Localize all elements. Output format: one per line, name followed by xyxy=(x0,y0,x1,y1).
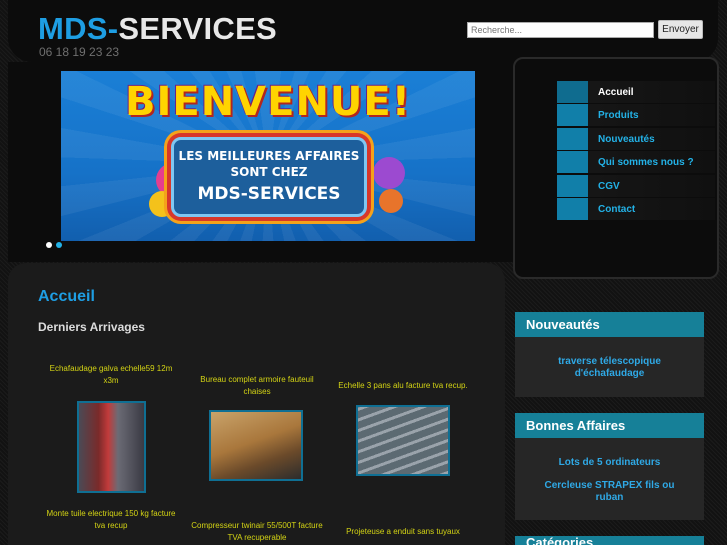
section-title: Derniers Arrivages xyxy=(38,320,145,334)
nav-square-icon xyxy=(557,128,588,150)
slide-dot-2[interactable] xyxy=(56,242,62,248)
search-input[interactable] xyxy=(467,22,654,38)
link-lots-ordinateurs[interactable]: Lots de 5 ordinateurs xyxy=(515,457,704,469)
banner-welcome-text: BIENVENUE! xyxy=(125,79,411,125)
nav-item-produits[interactable]: Produits xyxy=(557,104,715,126)
page-title: Accueil xyxy=(38,288,95,305)
box-bonnes-affaires: Bonnes Affaires Lots de 5 ordinateurs Ce… xyxy=(515,413,704,520)
box-nouveautes: Nouveautés traverse télescopique d'échaf… xyxy=(515,312,704,397)
banner-plaque: LES MEILLEURES AFFAIRES SONT CHEZ MDS-SE… xyxy=(171,137,367,217)
logo-part-services: SERVICES xyxy=(118,11,278,46)
nav-square-icon xyxy=(557,81,588,103)
nav-square-icon xyxy=(557,104,588,126)
link-cercleuse-strapex[interactable]: Cercleuse STRAPEX fils ou ruban xyxy=(515,480,704,504)
box-third: Catégories xyxy=(515,536,704,545)
search-button[interactable]: Envoyer xyxy=(658,20,703,39)
product-caption[interactable]: Echafaudage galva echelle59 12m x3m xyxy=(44,363,178,387)
nav-label: Produits xyxy=(588,104,715,126)
nav-label: CGV xyxy=(588,175,715,197)
nav-square-icon xyxy=(557,151,588,173)
nav-label: Accueil xyxy=(588,81,715,103)
banner-balloon-right xyxy=(373,157,405,189)
product-caption[interactable]: Monte tuile electrique 150 kg facture tv… xyxy=(44,508,178,532)
welcome-banner[interactable]: BIENVENUE! LES MEILLEURES AFFAIRES SONT … xyxy=(61,71,475,241)
nav-item-contact[interactable]: Contact xyxy=(557,198,715,220)
nav-item-accueil[interactable]: Accueil xyxy=(557,81,715,103)
box-nouveautes-title: Nouveautés xyxy=(515,312,704,337)
slide-dot-1[interactable] xyxy=(46,242,52,248)
product-thumbnail-scaffolding[interactable] xyxy=(77,401,146,493)
product-thumbnail-office[interactable] xyxy=(209,410,303,481)
nav-item-cgv[interactable]: CGV xyxy=(557,175,715,197)
nav-square-icon xyxy=(557,175,588,197)
product-thumbnail-ladder[interactable] xyxy=(356,405,450,476)
nav-label: Qui sommes nous ? xyxy=(588,151,715,173)
product-caption[interactable]: Projeteuse a enduit sans tuyaux xyxy=(336,526,470,538)
product-caption[interactable]: Bureau complet armoire fauteuil chaises xyxy=(190,374,324,398)
nav-item-nouveautes[interactable]: Nouveautés xyxy=(557,128,715,150)
logo-part-mds: MDS- xyxy=(38,11,119,46)
link-traverse-telescopique[interactable]: traverse télescopique d'échafaudage xyxy=(515,356,704,380)
box-third-title: Catégories xyxy=(515,536,704,545)
product-caption[interactable]: Echelle 3 pans alu facture tva recup. xyxy=(336,380,470,392)
banner-line-2: SONT CHEZ xyxy=(230,165,308,179)
product-caption[interactable]: Compresseur twinair 55/500T facture TVA … xyxy=(190,520,324,544)
banner-line-3: MDS-SERVICES xyxy=(197,184,341,204)
phone-number: 06 18 19 23 23 xyxy=(39,45,120,59)
nav-label: Contact xyxy=(588,198,715,220)
site-logo[interactable]: MDS-SERVICES xyxy=(38,11,277,47)
banner-balloon-right-2 xyxy=(379,189,403,213)
banner-line-1: LES MEILLEURES AFFAIRES xyxy=(178,149,360,163)
box-bonnes-affaires-title: Bonnes Affaires xyxy=(515,413,704,438)
nav-item-qui-sommes-nous[interactable]: Qui sommes nous ? xyxy=(557,151,715,173)
nav-label: Nouveautés xyxy=(588,128,715,150)
nav-square-icon xyxy=(557,198,588,220)
